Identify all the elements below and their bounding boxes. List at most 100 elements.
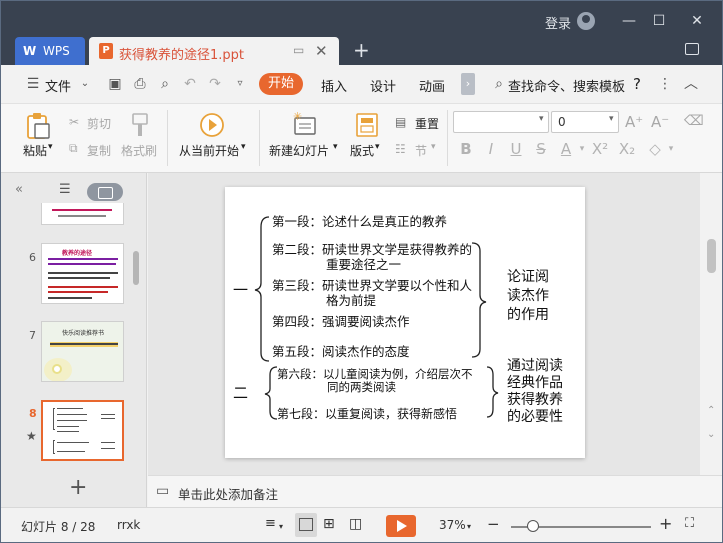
new-slide-chevron-icon[interactable]: ▾ — [333, 142, 338, 152]
collapse-ribbon-icon[interactable]: ︿ — [683, 76, 699, 92]
search-icon[interactable]: ⌕ — [491, 76, 507, 92]
new-slide-icon[interactable]: ✳ — [291, 110, 319, 138]
play-from-current-icon[interactable] — [199, 112, 225, 138]
ribbon: 粘贴 ▾ ✂ 剪切 ⧉ 复制 格式刷 从当前开始 ▾ ✳ 新建幻灯片 ▾ 版式 … — [1, 103, 722, 173]
increase-font-icon[interactable]: A⁺ — [625, 113, 643, 131]
play-from-current-button[interactable]: 从当前开始 — [179, 142, 239, 159]
slide-thumbnail-8-selected[interactable] — [41, 400, 124, 461]
slide-number: 6 — [29, 251, 36, 264]
monitor-icon[interactable]: ▭ — [293, 43, 304, 57]
notes-pane[interactable]: ▭ 单击此处添加备注 — [148, 475, 722, 507]
paste-chevron-icon[interactable]: ▾ — [48, 142, 53, 152]
panel-scrollbar[interactable] — [133, 251, 139, 285]
paste-button[interactable]: 粘贴 — [23, 142, 47, 159]
tab-wps-home[interactable]: W WPS — [15, 37, 85, 65]
zoom-out-icon[interactable]: − — [487, 515, 500, 533]
minimize-icon[interactable]: — — [617, 10, 641, 32]
sorter-view-icon[interactable]: ⊞ — [323, 516, 335, 532]
slide[interactable]: 一 二 第一段：论述什么是真正的教养 第二段：研读世界文学是获得教养的 重要途径… — [225, 187, 585, 458]
layout-chevron-icon[interactable]: ▾ — [375, 142, 380, 152]
hamburger-icon[interactable]: ☰ — [25, 76, 41, 92]
notes-toggle-icon[interactable]: ≡ — [265, 516, 276, 531]
layout-button[interactable]: 版式 — [350, 142, 374, 159]
panel-header: « ☰ — [1, 173, 147, 207]
underline-icon[interactable]: U — [507, 140, 525, 158]
close-tab-icon[interactable]: ✕ — [315, 42, 328, 60]
menu-file[interactable]: 文件 — [45, 76, 71, 95]
slide-thumbnail[interactable] — [41, 203, 124, 225]
scroll-down-icon[interactable]: ⌄ — [707, 429, 715, 440]
zoom-chevron-icon[interactable]: ▾ — [467, 522, 471, 531]
tab-start[interactable]: 开始 — [259, 73, 303, 95]
maximize-icon[interactable]: ☐ — [647, 10, 671, 32]
tab-design[interactable]: 设计 — [370, 76, 396, 95]
tab-insert[interactable]: 插入 — [321, 76, 347, 95]
fit-window-icon[interactable]: ⛶ — [685, 516, 694, 531]
thumbnail-view-icon[interactable] — [87, 183, 123, 201]
scissors-icon: ✂ — [69, 115, 80, 129]
section-chevron-icon[interactable]: ▾ — [431, 142, 436, 152]
close-icon[interactable]: ✕ — [685, 10, 709, 32]
font-size-chevron-icon[interactable]: ▾ — [609, 114, 614, 124]
bold-icon[interactable]: B — [457, 140, 475, 158]
paragraph-6-cont: 同的两类阅读 — [327, 380, 396, 394]
zoom-slider-handle[interactable] — [527, 520, 539, 532]
summary-2-line: 通过阅读 — [507, 358, 563, 374]
outline-view-icon[interactable]: ☰ — [59, 182, 71, 197]
format-painter-icon[interactable] — [129, 112, 151, 138]
format-painter-button[interactable]: 格式刷 — [121, 142, 157, 159]
reset-button[interactable]: 重置 — [415, 115, 439, 132]
save-icon[interactable]: ▣ — [107, 76, 123, 92]
superscript-icon[interactable]: X² — [591, 140, 609, 158]
play-chevron-icon[interactable]: ▾ — [241, 142, 246, 152]
new-slide-button[interactable]: 新建幻灯片 — [269, 142, 329, 159]
print-icon[interactable]: ⎙ — [132, 76, 148, 92]
zoom-level[interactable]: 37% — [439, 518, 466, 532]
zoom-in-icon[interactable]: + — [659, 514, 672, 533]
tab-document[interactable]: P 获得教养的途径1.ppt ▭ ✕ — [89, 37, 339, 65]
new-tab-icon[interactable]: + — [353, 38, 370, 62]
italic-icon[interactable]: I — [482, 140, 500, 158]
sidebar-toggle-icon[interactable] — [685, 43, 699, 55]
font-name-input[interactable] — [453, 111, 549, 133]
login-link[interactable]: 登录 — [545, 13, 571, 32]
copy-button[interactable]: 复制 — [87, 142, 111, 159]
eraser-chevron-icon[interactable]: ▾ — [662, 144, 680, 154]
notes-placeholder[interactable]: 单击此处添加备注 — [178, 484, 278, 503]
menu-bar: ☰ 文件 ⌄ ▣ ⎙ ⌕ ↶ ↷ ▿ 开始 插入 设计 动画 › ⌕ 查找命令、… — [1, 65, 722, 103]
more-tabs-icon[interactable]: › — [461, 73, 475, 95]
summary-2-line: 经典作品 — [507, 375, 563, 391]
notes-chevron-icon[interactable]: ▾ — [279, 522, 283, 531]
search-commands[interactable]: 查找命令、搜索模板 — [508, 76, 625, 95]
decrease-font-icon[interactable]: A⁻ — [651, 113, 669, 131]
slideshow-play-button[interactable] — [386, 515, 416, 537]
tab-animation[interactable]: 动画 — [419, 76, 445, 95]
print-preview-icon[interactable]: ⌕ — [157, 76, 173, 92]
font-name-chevron-icon[interactable]: ▾ — [539, 114, 544, 124]
quick-access-chevron-icon[interactable]: ▿ — [232, 76, 248, 92]
reading-view-icon[interactable]: ◫ — [349, 516, 362, 532]
add-slide-icon[interactable]: + — [69, 475, 87, 500]
collapse-panel-icon[interactable]: « — [15, 182, 23, 197]
slide-thumbnail-7[interactable]: 快乐阅读推荐书 — [41, 321, 124, 382]
undo-icon[interactable]: ↶ — [182, 76, 198, 92]
help-icon[interactable]: ? — [633, 75, 641, 93]
clear-format-icon[interactable]: ⌫ — [684, 113, 704, 129]
slide-thumbnail-6[interactable]: 教养的途径 — [41, 243, 124, 304]
avatar-icon[interactable] — [577, 12, 595, 30]
vertical-scrollbar[interactable]: ⌃ ⌄ — [701, 173, 722, 475]
more-options-icon[interactable]: ⋮ — [657, 76, 673, 92]
strikethrough-icon[interactable]: S — [532, 140, 550, 158]
slide-number: 7 — [29, 329, 36, 342]
redo-icon[interactable]: ↷ — [207, 76, 223, 92]
cut-button[interactable]: 剪切 — [87, 115, 111, 132]
author-label: rrxk — [117, 518, 141, 532]
chevron-down-icon[interactable]: ⌄ — [77, 76, 93, 92]
layout-icon[interactable] — [355, 112, 379, 138]
scrollbar-thumb[interactable] — [707, 239, 716, 273]
subscript-icon[interactable]: X₂ — [618, 140, 636, 158]
font-color-chevron-icon[interactable]: ▾ — [573, 144, 591, 154]
section-button[interactable]: 节 — [415, 142, 427, 159]
scroll-up-icon[interactable]: ⌃ — [707, 405, 715, 416]
paste-icon[interactable] — [25, 112, 51, 140]
